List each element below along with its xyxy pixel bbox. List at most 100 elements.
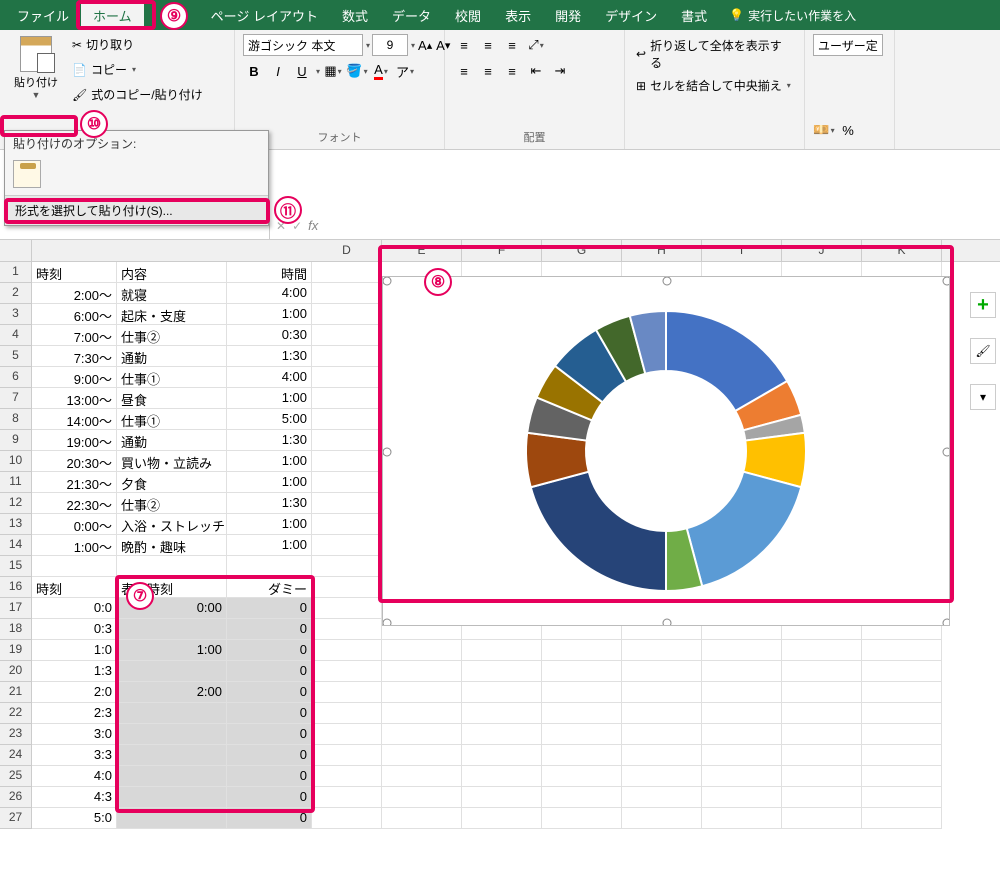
cell[interactable] [622,682,702,703]
cell[interactable] [462,766,542,787]
cell[interactable] [462,661,542,682]
tab-file[interactable]: ファイル [5,0,81,31]
align-top-button[interactable]: ≡ [453,34,475,56]
align-middle-button[interactable]: ≡ [477,34,499,56]
cell[interactable]: 仕事① [117,367,227,388]
tab-pagelayout[interactable]: ページ レイアウト [199,0,330,31]
cell[interactable] [312,325,382,346]
fx-icon[interactable]: fx [308,218,318,233]
cell[interactable]: 4:00 [227,367,312,388]
cell[interactable]: 夕食 [117,472,227,493]
cell[interactable] [462,745,542,766]
cell[interactable]: 1:00 [227,304,312,325]
cell[interactable] [462,640,542,661]
cell[interactable] [702,745,782,766]
cell[interactable]: 1:3 [32,661,117,682]
cell[interactable]: 仕事① [117,409,227,430]
bold-button[interactable]: B [243,60,265,82]
col-header[interactable]: H [622,240,702,261]
cell[interactable]: 1:00 [227,535,312,556]
cell[interactable] [117,745,227,766]
tab-formulas[interactable]: 数式 [330,0,380,31]
cell[interactable]: 2:00 [117,682,227,703]
cell[interactable] [782,787,862,808]
cell[interactable] [117,787,227,808]
cell[interactable]: 1:30 [227,430,312,451]
cell[interactable] [312,766,382,787]
cell[interactable]: 0 [227,640,312,661]
cell[interactable] [862,745,942,766]
align-center-button[interactable]: ≡ [477,60,499,82]
row-header[interactable]: 19 [0,640,32,661]
font-size-select[interactable] [372,34,408,56]
cell[interactable] [782,745,862,766]
cell[interactable] [462,724,542,745]
cell[interactable]: 5:00 [227,409,312,430]
row-header[interactable]: 13 [0,514,32,535]
col-header[interactable]: F [462,240,542,261]
cell[interactable] [382,745,462,766]
tab-home[interactable]: ホーム [81,0,144,31]
cell[interactable] [622,766,702,787]
copy-button[interactable]: 📄 コピー ▾ [70,59,205,80]
row-header[interactable]: 11 [0,472,32,493]
cell[interactable] [542,724,622,745]
cell[interactable]: 通勤 [117,430,227,451]
cell[interactable] [462,703,542,724]
chevron-down-icon[interactable]: ▾ [411,41,415,50]
cell[interactable] [542,703,622,724]
tell-me-search[interactable]: 💡 実行したい作業を入 [729,7,856,24]
col-header[interactable]: E [382,240,462,261]
row-header[interactable]: 26 [0,787,32,808]
cell[interactable]: 13:00～ [32,388,117,409]
row-header[interactable]: 7 [0,388,32,409]
wrap-text-button[interactable]: ↩ 折り返して全体を表示する [633,34,796,74]
cell[interactable] [862,766,942,787]
cell[interactable] [462,808,542,829]
cell[interactable] [312,556,382,577]
cell[interactable] [862,808,942,829]
cell[interactable] [622,808,702,829]
row-header[interactable]: 14 [0,535,32,556]
cell[interactable]: 仕事② [117,493,227,514]
tab-developer[interactable]: 開発 [543,0,593,31]
row-header[interactable]: 20 [0,661,32,682]
cell[interactable]: 2:0 [32,682,117,703]
row-header[interactable]: 17 [0,598,32,619]
underline-button[interactable]: U [291,60,313,82]
cell[interactable]: 昼食 [117,388,227,409]
cell[interactable]: 1:30 [227,493,312,514]
cell[interactable] [312,430,382,451]
merge-center-button[interactable]: ⊞ セルを結合して中央揃え ▾ [633,74,796,97]
accounting-format-button[interactable]: 💴▾ [813,119,835,141]
row-header[interactable]: 15 [0,556,32,577]
cell[interactable]: 時間 [227,262,312,283]
tab-data[interactable]: データ [380,0,443,31]
cell[interactable]: 晩酌・趣味 [117,535,227,556]
cell[interactable] [702,724,782,745]
cell[interactable]: 22:30～ [32,493,117,514]
cell[interactable] [542,808,622,829]
cell[interactable]: 通勤 [117,346,227,367]
cell[interactable] [862,703,942,724]
paste-option-icon[interactable] [13,160,41,188]
chart-filter-button[interactable]: ▾ [970,384,996,410]
cell[interactable]: 14:00～ [32,409,117,430]
cell[interactable] [312,472,382,493]
cell[interactable]: 0 [227,766,312,787]
row-header[interactable]: 21 [0,682,32,703]
align-left-button[interactable]: ≡ [453,60,475,82]
cell[interactable] [32,556,117,577]
row-header[interactable]: 5 [0,346,32,367]
col-header[interactable]: J [782,240,862,261]
cell[interactable] [312,577,382,598]
cell[interactable] [622,661,702,682]
cell[interactable] [462,787,542,808]
cell[interactable]: 5:0 [32,808,117,829]
col-header[interactable]: I [702,240,782,261]
cell[interactable] [702,661,782,682]
cell[interactable]: 20:30～ [32,451,117,472]
cell[interactable]: ダミー [227,577,312,598]
cell[interactable]: 19:00～ [32,430,117,451]
cell[interactable] [117,619,227,640]
